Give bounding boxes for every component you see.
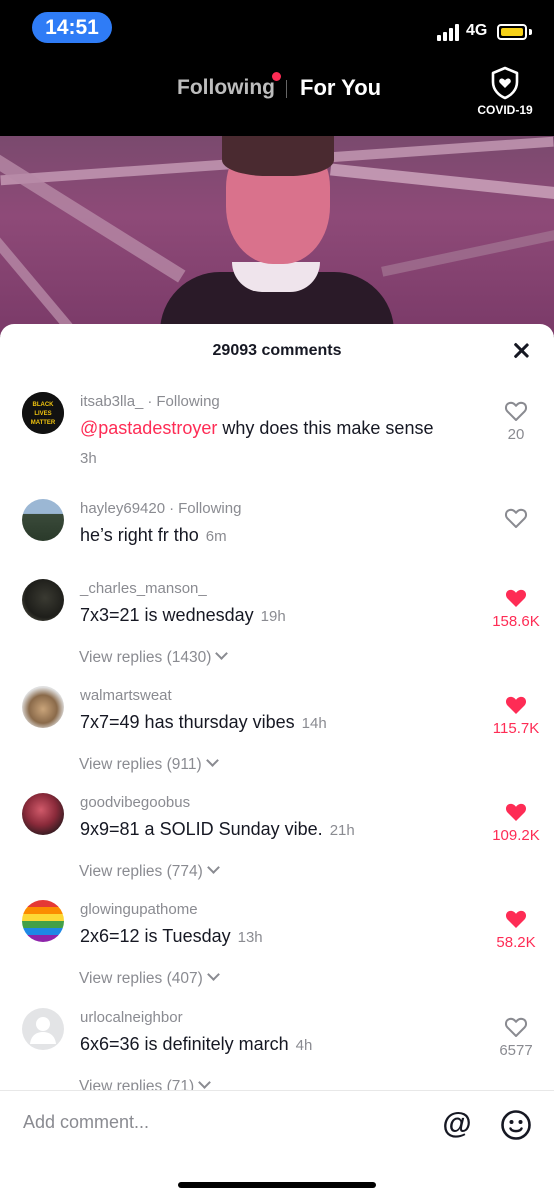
signal-icon bbox=[437, 24, 463, 41]
like-button[interactable]: 115.7K bbox=[486, 694, 546, 737]
mention-link[interactable]: @pastadestroyer bbox=[80, 418, 217, 438]
svg-text:BLACK: BLACK bbox=[33, 402, 55, 408]
avatar[interactable]: BLACK LIVES MATTER bbox=[22, 392, 64, 434]
comment-item: glowingupathome 2x6=12 is Tuesday 13h Vi… bbox=[0, 900, 554, 995]
following-label: Following bbox=[178, 500, 242, 517]
comments-count-title: 29093 comments bbox=[212, 342, 342, 359]
chevron-down-icon bbox=[206, 968, 220, 981]
covid-button[interactable]: COVID-19 bbox=[470, 66, 540, 117]
shield-heart-icon bbox=[491, 66, 519, 100]
heart-filled-icon bbox=[505, 910, 527, 928]
status-bar: 14:51 4G bbox=[0, 0, 554, 60]
comment-username[interactable]: glowingupathome bbox=[80, 901, 198, 918]
comment-text: he’s right fr tho 6m bbox=[80, 525, 227, 545]
like-count: 6577 bbox=[499, 1042, 533, 1059]
comment-username[interactable]: walmartsweat bbox=[80, 687, 172, 704]
heart-outline-icon bbox=[504, 401, 528, 421]
heart-filled-icon bbox=[505, 589, 527, 607]
emoji-icon[interactable] bbox=[500, 1109, 532, 1141]
comment-time: 19h bbox=[260, 608, 286, 625]
heart-outline-icon bbox=[504, 508, 528, 528]
comment-item: walmartsweat 7x7=49 has thursday vibes 1… bbox=[0, 686, 554, 781]
like-count: 115.7K bbox=[492, 720, 540, 737]
like-button[interactable]: 109.2K bbox=[486, 801, 546, 844]
comment-time: 6m bbox=[205, 528, 227, 545]
like-button[interactable]: 158.6K bbox=[486, 587, 546, 630]
svg-text:LIVES: LIVES bbox=[34, 411, 51, 417]
like-count: 109.2K bbox=[492, 827, 540, 844]
view-replies-link[interactable]: View replies (1430) bbox=[79, 647, 229, 667]
comment-username[interactable]: itsab3lla_ bbox=[80, 393, 143, 410]
view-replies-link[interactable]: View replies (407) bbox=[79, 968, 220, 988]
comment-text: 9x9=81 a SOLID Sunday vibe. 21h bbox=[80, 819, 355, 839]
comment-item: hayley69420 · Following he’s right fr tho … bbox=[0, 499, 554, 559]
comments-sheet: 29093 comments BLACK LIVES MATTER itsab3… bbox=[0, 324, 554, 1200]
comment-text: 7x7=49 has thursday vibes 14h bbox=[80, 712, 327, 732]
like-count: 58.2K bbox=[496, 934, 536, 951]
network-type: 4G bbox=[466, 22, 488, 39]
comment-username[interactable]: urlocalneighbor bbox=[80, 1009, 183, 1026]
like-button[interactable] bbox=[486, 507, 546, 533]
like-count: 158.6K bbox=[492, 613, 540, 630]
following-label: Following bbox=[156, 393, 220, 410]
avatar[interactable] bbox=[22, 579, 64, 621]
comment-item: goodvibegoobus 9x9=81 a SOLID Sunday vib… bbox=[0, 793, 554, 888]
mention-at-button[interactable]: @ bbox=[440, 1107, 474, 1141]
top-nav: Following For You COVID-19 bbox=[0, 60, 554, 136]
comment-text: @pastadestroyer why does this make sense bbox=[80, 418, 434, 438]
status-time: 14:51 bbox=[32, 12, 112, 43]
comment-item: urlocalneighbor 6x6=36 is definitely mar… bbox=[0, 1008, 554, 1103]
default-avatar-icon bbox=[30, 1017, 56, 1044]
tab-following[interactable]: Following bbox=[177, 76, 275, 100]
svg-text:MATTER: MATTER bbox=[31, 420, 56, 426]
like-button[interactable]: 20 bbox=[486, 400, 546, 443]
battery-icon bbox=[497, 24, 527, 40]
chevron-down-icon bbox=[198, 1076, 212, 1089]
comment-text: 2x6=12 is Tuesday 13h bbox=[80, 926, 263, 946]
avatar[interactable] bbox=[22, 1008, 64, 1050]
home-indicator[interactable] bbox=[178, 1182, 376, 1188]
comment-item: BLACK LIVES MATTER itsab3lla_ · Following … bbox=[0, 392, 554, 482]
avatar[interactable] bbox=[22, 499, 64, 541]
heart-filled-icon bbox=[505, 696, 527, 714]
comment-time: 4h bbox=[295, 1037, 313, 1054]
comment-item: _charles_manson_ 7x3=21 is wednesday 19h… bbox=[0, 579, 554, 674]
comment-time: 21h bbox=[329, 822, 355, 839]
comment-time: 13h bbox=[237, 929, 263, 946]
comment-time: 3h bbox=[80, 450, 97, 467]
like-button[interactable]: 6577 bbox=[486, 1016, 546, 1059]
video-player[interactable] bbox=[0, 136, 554, 336]
like-count: 20 bbox=[507, 426, 525, 443]
blm-badge-icon: BLACK LIVES MATTER bbox=[22, 392, 64, 434]
comment-username[interactable]: hayley69420 bbox=[80, 500, 165, 517]
view-replies-link[interactable]: View replies (911) bbox=[79, 754, 219, 774]
avatar[interactable] bbox=[22, 793, 64, 835]
close-icon[interactable] bbox=[508, 338, 534, 364]
comment-text: 7x3=21 is wednesday 19h bbox=[80, 605, 286, 625]
tab-for-you[interactable]: For You bbox=[300, 75, 381, 101]
comment-text: 6x6=36 is definitely march 4h bbox=[80, 1034, 313, 1054]
avatar[interactable] bbox=[22, 900, 64, 942]
comment-time: 14h bbox=[301, 715, 327, 732]
heart-outline-icon bbox=[504, 1017, 528, 1037]
covid-label: COVID-19 bbox=[477, 103, 533, 117]
chevron-down-icon bbox=[206, 861, 220, 874]
add-comment-input[interactable]: Add comment... bbox=[23, 1112, 149, 1133]
tab-divider bbox=[286, 80, 287, 98]
comment-username[interactable]: _charles_manson_ bbox=[80, 580, 207, 597]
view-replies-link[interactable]: View replies (774) bbox=[79, 861, 220, 881]
chevron-down-icon bbox=[205, 754, 219, 767]
avatar[interactable] bbox=[22, 686, 64, 728]
like-button[interactable]: 58.2K bbox=[486, 908, 546, 951]
chevron-down-icon bbox=[215, 647, 229, 660]
notification-dot bbox=[272, 72, 281, 81]
comment-username[interactable]: goodvibegoobus bbox=[80, 794, 190, 811]
heart-filled-icon bbox=[505, 803, 527, 821]
